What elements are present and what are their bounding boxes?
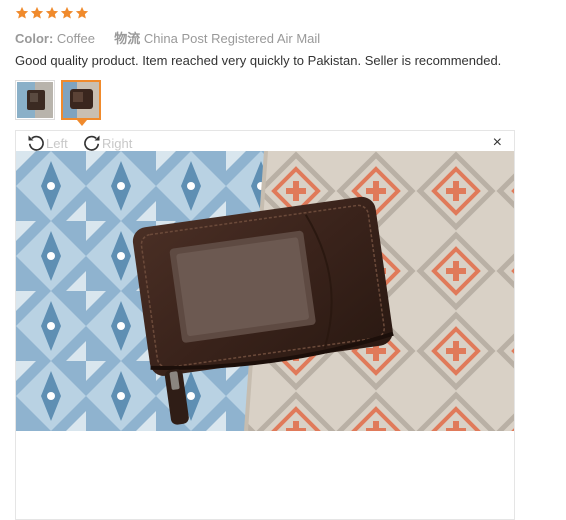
rotate-left-label: Left <box>46 135 68 151</box>
rotate-left-icon <box>28 135 44 151</box>
selected-indicator <box>77 120 87 126</box>
review-meta: Color: Coffee 物流 China Post Registered A… <box>15 28 320 47</box>
shipping-value: China Post Registered Air Mail <box>143 31 321 46</box>
review-text: Good quality product. Item reached very … <box>15 53 502 68</box>
thumbnail-1-image <box>17 82 53 118</box>
star-icon <box>15 6 29 19</box>
close-icon[interactable]: × <box>493 135 502 151</box>
star-icon <box>75 6 89 19</box>
rotate-left-button[interactable]: Left <box>26 133 68 153</box>
review-photo <box>16 151 514 431</box>
rating-stars <box>15 6 89 22</box>
rotate-right-icon <box>84 135 100 151</box>
thumbnail-2[interactable] <box>61 80 101 126</box>
star-icon <box>45 6 59 19</box>
shipping-label: 物流 <box>114 31 141 46</box>
review-thumbnails <box>15 80 101 126</box>
image-viewer: Left Right × <box>15 130 515 520</box>
star-icon <box>60 6 74 19</box>
color-value: Coffee <box>56 31 95 46</box>
thumbnail-1[interactable] <box>15 80 55 120</box>
rotate-right-button[interactable]: Right <box>82 133 132 153</box>
thumbnail-2-image <box>63 82 99 118</box>
rotate-right-label: Right <box>102 135 133 151</box>
star-icon <box>30 6 44 19</box>
color-label: Color: <box>15 31 54 46</box>
